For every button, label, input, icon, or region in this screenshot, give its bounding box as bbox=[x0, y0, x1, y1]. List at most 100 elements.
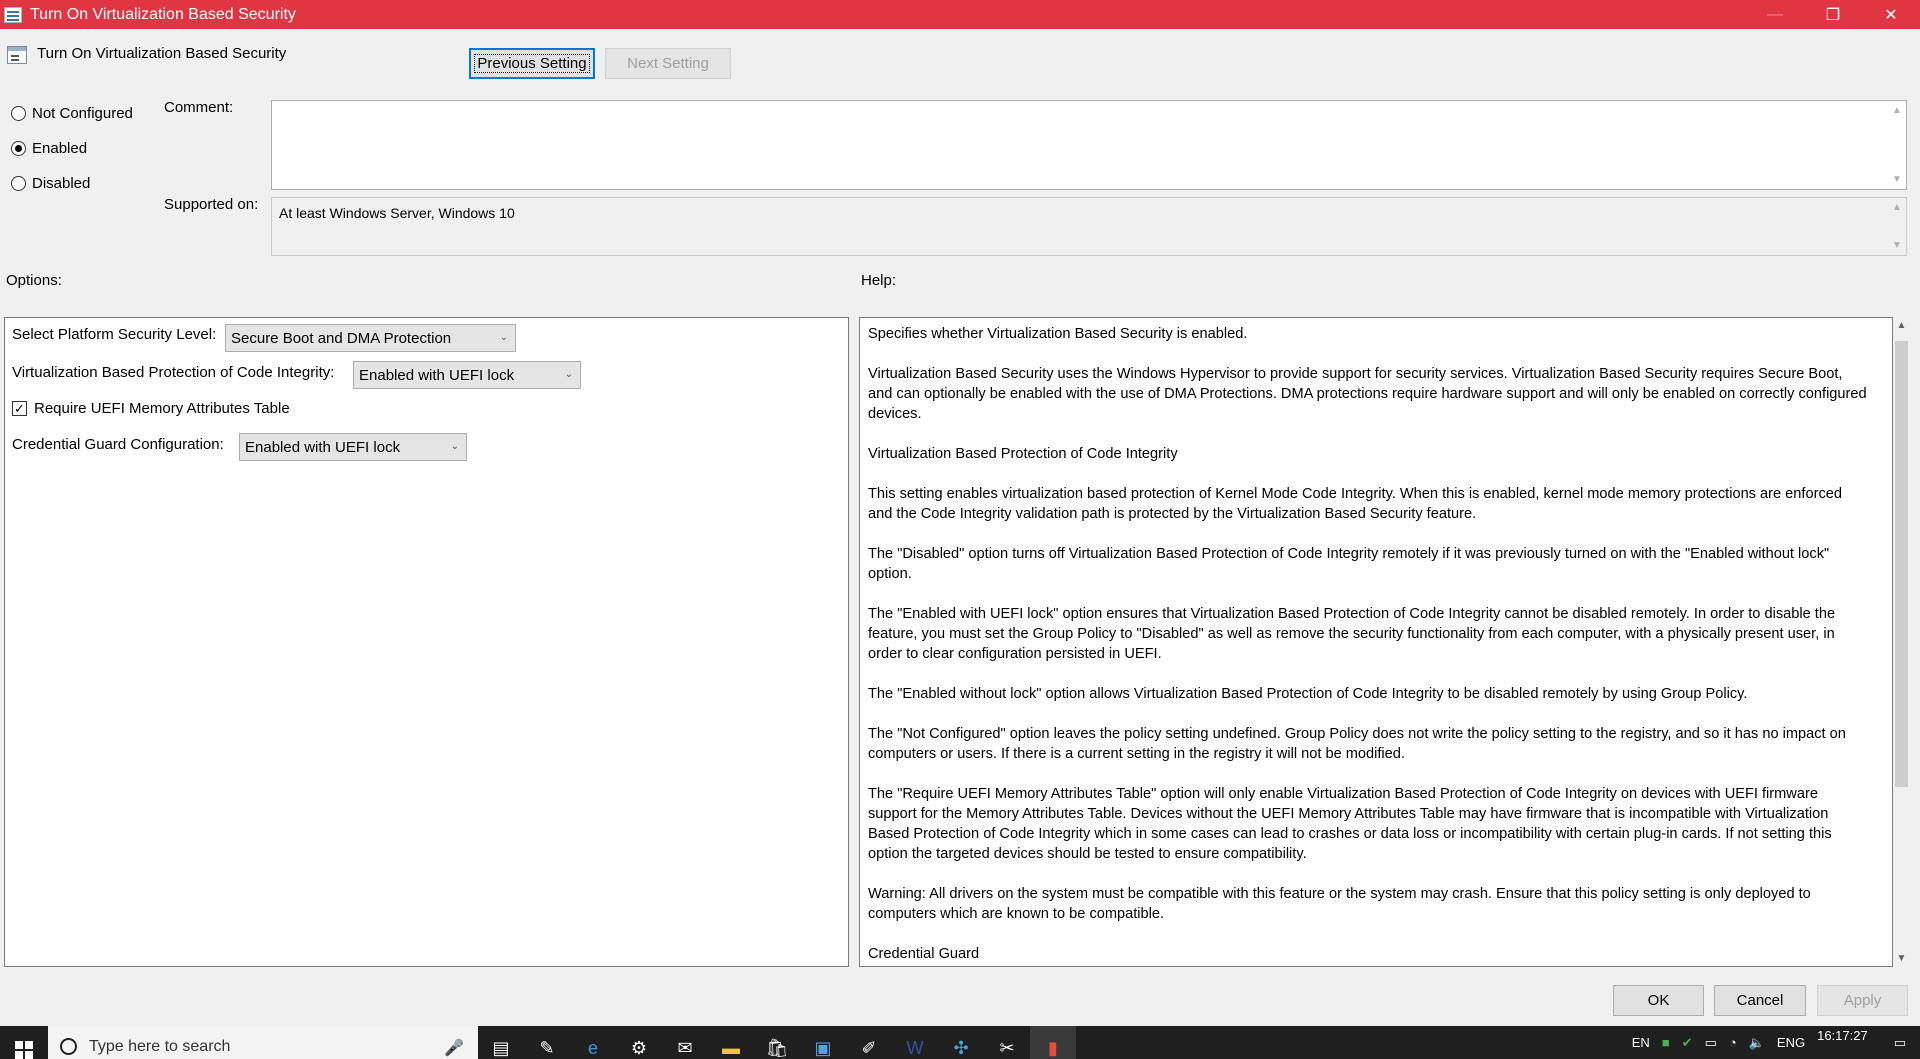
taskbar-search[interactable]: Type here to search 🎤 bbox=[48, 1026, 478, 1059]
supported-on-field: At least Windows Server, Windows 10 ▲ ▼ bbox=[271, 197, 1907, 256]
mail-icon[interactable]: ✉ bbox=[662, 1026, 708, 1059]
uefi-memory-table-checkbox[interactable]: ✓ Require UEFI Memory Attributes Table bbox=[12, 400, 290, 417]
minimize-icon: — bbox=[1767, 5, 1783, 23]
language-indicator[interactable]: EN bbox=[1632, 1035, 1650, 1050]
help-paragraph: Warning: All drivers on the system must … bbox=[868, 886, 1811, 922]
help-paragraph: The "Enabled with UEFI lock" option ensu… bbox=[868, 606, 1836, 662]
scroll-down-icon[interactable]: ▼ bbox=[1893, 950, 1910, 967]
help-panel: Specifies whether Virtualization Based S… bbox=[859, 317, 1893, 967]
search-placeholder: Type here to search bbox=[89, 1038, 231, 1055]
comment-field[interactable]: ▲ ▼ bbox=[271, 100, 1907, 190]
close-button[interactable]: ✕ bbox=[1862, 0, 1920, 29]
ok-label: OK bbox=[1647, 992, 1670, 1009]
radio-enabled[interactable]: Enabled bbox=[11, 140, 87, 157]
scroll-down-icon: ▼ bbox=[1892, 240, 1902, 251]
policy-editor-icon bbox=[4, 6, 22, 23]
next-setting-label: Next Setting bbox=[627, 55, 709, 72]
next-setting-button[interactable]: Next Setting bbox=[605, 48, 731, 79]
minimize-button[interactable]: — bbox=[1746, 0, 1804, 29]
apply-label: Apply bbox=[1843, 992, 1882, 1009]
pen-app-icon[interactable]: ✎ bbox=[524, 1026, 570, 1059]
radio-label: Enabled bbox=[32, 140, 88, 157]
remote-desktop-icon[interactable]: ▣ bbox=[800, 1026, 846, 1059]
help-paragraph: The "Enabled without lock" option allows… bbox=[868, 686, 1748, 702]
power-icon[interactable]: ▭ bbox=[1705, 1035, 1717, 1051]
ok-button[interactable]: OK bbox=[1613, 985, 1704, 1016]
help-paragraph: The "Require UEFI Memory Attributes Tabl… bbox=[868, 786, 1832, 862]
apply-button[interactable]: Apply bbox=[1817, 985, 1908, 1016]
help-heading: Help: bbox=[861, 272, 897, 289]
vbp-code-integrity-select[interactable]: Enabled with UEFI lock ⌄ bbox=[353, 361, 581, 389]
radio-label: Disabled bbox=[32, 175, 91, 192]
vbp-code-integrity-value: Enabled with UEFI lock bbox=[359, 366, 515, 384]
radio-circle[interactable] bbox=[11, 141, 26, 156]
volume-icon[interactable]: 🔈 bbox=[1749, 1035, 1765, 1051]
network-app-icon[interactable]: ✣ bbox=[938, 1026, 984, 1059]
scroll-up-icon[interactable]: ▲ bbox=[1893, 317, 1910, 334]
word-icon[interactable]: W bbox=[892, 1026, 938, 1059]
uefi-memory-table-label: Require UEFI Memory Attributes Table bbox=[34, 400, 290, 417]
help-text: Specifies whether Virtualization Based S… bbox=[868, 324, 1868, 966]
radio-not-configured[interactable]: Not Configured bbox=[11, 105, 133, 122]
checkbox-box[interactable]: ✓ bbox=[12, 401, 27, 416]
scroll-up-icon: ▲ bbox=[1892, 105, 1902, 116]
start-button[interactable] bbox=[0, 1026, 48, 1059]
credential-guard-label: Credential Guard Configuration: bbox=[12, 436, 224, 453]
previous-setting-button[interactable]: Previous Setting bbox=[469, 48, 595, 79]
system-tray: EN ■ ✔ ▭ ◔ 🔈 ENG 16:17:27 ▭ bbox=[1626, 1026, 1920, 1059]
previous-setting-label: Previous Setting bbox=[474, 54, 590, 73]
help-paragraph: Virtualization Based Protection of Code … bbox=[868, 446, 1178, 462]
network-icon[interactable]: ◔ bbox=[1729, 1035, 1737, 1050]
credential-guard-value: Enabled with UEFI lock bbox=[245, 438, 401, 456]
restore-icon: ❐ bbox=[1825, 6, 1841, 24]
store-icon[interactable]: 🛍 bbox=[754, 1026, 800, 1059]
cancel-label: Cancel bbox=[1736, 992, 1784, 1009]
windows-logo-icon bbox=[15, 1040, 33, 1059]
help-paragraph: This setting enables virtualization base… bbox=[868, 486, 1842, 522]
radio-disabled[interactable]: Disabled bbox=[11, 175, 90, 192]
snipping-tool-icon[interactable]: ✂ bbox=[984, 1026, 1030, 1059]
notification-center-icon[interactable]: ▭ bbox=[1894, 1035, 1906, 1051]
comment-scrollbar[interactable]: ▲ ▼ bbox=[1888, 101, 1906, 189]
help-paragraph: Virtualization Based Security uses the W… bbox=[868, 366, 1867, 422]
cancel-button[interactable]: Cancel bbox=[1714, 985, 1806, 1016]
edge-browser-icon[interactable]: e bbox=[570, 1026, 616, 1059]
comment-label: Comment: bbox=[164, 99, 234, 116]
platform-security-value: Secure Boot and DMA Protection bbox=[231, 329, 452, 347]
policy-name: Turn On Virtualization Based Security bbox=[37, 45, 287, 62]
radio-circle[interactable] bbox=[11, 106, 26, 121]
title-bar: Turn On Virtualization Based Security — … bbox=[0, 0, 1920, 29]
notepad-icon[interactable]: ✐ bbox=[846, 1026, 892, 1059]
radio-label: Not Configured bbox=[32, 105, 133, 122]
supported-scrollbar[interactable]: ▲ ▼ bbox=[1888, 198, 1906, 255]
platform-security-select[interactable]: Secure Boot and DMA Protection ⌄ bbox=[225, 324, 516, 352]
supported-on-value: At least Windows Server, Windows 10 bbox=[279, 205, 515, 221]
radio-circle[interactable] bbox=[11, 176, 26, 191]
taskbar: Type here to search 🎤 ▤ ✎ e ⚙ ✉ ▬ 🛍 ▣ ✐ … bbox=[0, 1026, 1920, 1059]
help-paragraph: Credential Guard bbox=[868, 946, 980, 962]
help-paragraph: Specifies whether Virtualization Based S… bbox=[868, 326, 1248, 342]
help-scrollbar[interactable]: ▲ ▼ bbox=[1893, 317, 1910, 967]
input-language[interactable]: ENG bbox=[1777, 1035, 1805, 1050]
options-panel: Select Platform Security Level: Secure B… bbox=[4, 317, 849, 967]
scroll-down-icon: ▼ bbox=[1892, 174, 1902, 185]
app-tray-icon[interactable]: ■ bbox=[1662, 1035, 1670, 1050]
vbp-code-integrity-label: Virtualization Based Protection of Code … bbox=[12, 364, 335, 381]
policy-editor-taskbar-icon[interactable]: ▮ bbox=[1030, 1026, 1076, 1059]
chevron-down-icon: ⌄ bbox=[499, 332, 508, 343]
scroll-up-icon: ▲ bbox=[1892, 202, 1902, 213]
clock[interactable]: 16:17:27 bbox=[1817, 1028, 1868, 1043]
platform-security-label: Select Platform Security Level: bbox=[12, 326, 217, 343]
help-paragraph: The "Disabled" option turns off Virtuali… bbox=[868, 546, 1830, 582]
window-title: Turn On Virtualization Based Security bbox=[30, 5, 296, 23]
settings-gear-icon[interactable]: ⚙ bbox=[616, 1026, 662, 1059]
restore-button[interactable]: ❐ bbox=[1804, 0, 1862, 29]
task-view-icon[interactable]: ▤ bbox=[478, 1026, 524, 1059]
window-controls: — ❐ ✕ bbox=[1746, 0, 1920, 29]
file-explorer-icon[interactable]: ▬ bbox=[708, 1026, 754, 1059]
microphone-icon[interactable]: 🎤 bbox=[444, 1038, 464, 1058]
credential-guard-select[interactable]: Enabled with UEFI lock ⌄ bbox=[239, 433, 467, 461]
close-icon: ✕ bbox=[1884, 6, 1898, 24]
scroll-thumb[interactable] bbox=[1895, 341, 1908, 787]
defender-icon[interactable]: ✔ bbox=[1682, 1035, 1693, 1051]
